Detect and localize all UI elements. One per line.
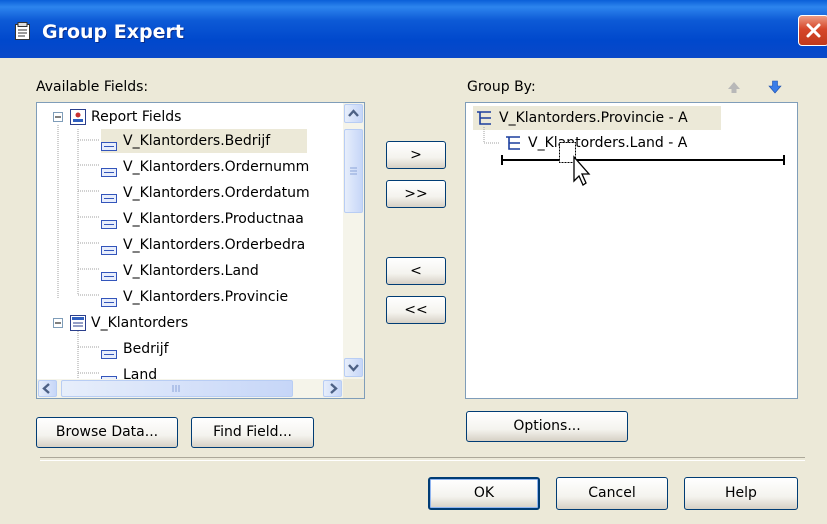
move-down-icon[interactable] [768, 80, 782, 98]
horizontal-scroll-thumb[interactable] [61, 380, 293, 397]
ok-button[interactable]: OK [428, 477, 540, 510]
tree-item-field[interactable]: Bedrijf [101, 337, 307, 361]
tree-item-table[interactable]: V_Klantorders [67, 311, 307, 335]
tree-item-field[interactable]: V_Klantorders.Productnaa [101, 207, 307, 231]
vertical-scrollbar[interactable] [343, 103, 364, 379]
chevron-right-icon [330, 383, 338, 394]
tree-item-label: V_Klantorders [91, 315, 189, 331]
dialog-icon [15, 22, 30, 40]
drag-cursor-icon [558, 141, 592, 191]
move-up-icon[interactable] [727, 80, 741, 98]
available-fields-tree[interactable]: Report Fields V_Klantorders.Bedrijf V_Kl… [36, 102, 365, 399]
tree-item-field[interactable]: V_Klantorders.Ordernumm [101, 155, 310, 179]
tree-item-field[interactable]: V_Klantorders.Bedrijf [101, 129, 307, 153]
chevron-up-icon [348, 109, 359, 117]
group-by-label: Group By: [467, 79, 536, 95]
close-icon [806, 23, 821, 38]
scroll-corner [343, 379, 364, 398]
chevron-left-icon [42, 383, 50, 394]
grip-icon [172, 385, 180, 392]
browse-data-button[interactable]: Browse Data... [36, 417, 178, 448]
remove-all-fields-button[interactable]: << [386, 296, 446, 324]
close-button[interactable] [798, 15, 827, 46]
tree-item-label: V_Klantorders.Orderdatum [123, 185, 310, 201]
group-by-list[interactable]: V_Klantorders.Provincie - A V_Klantorder… [465, 102, 798, 399]
window-title: Group Expert [42, 21, 184, 43]
grip-icon [350, 167, 357, 175]
scroll-left-button[interactable] [38, 380, 57, 397]
tree-item-label: V_Klantorders.Productnaa [123, 211, 304, 227]
add-all-fields-button[interactable]: >> [386, 180, 446, 208]
tree-item-label: V_Klantorders.Provincie [123, 289, 289, 305]
cancel-button[interactable]: Cancel [556, 477, 668, 510]
tree-item-field[interactable]: V_Klantorders.Land [101, 259, 307, 283]
scroll-down-button[interactable] [344, 358, 363, 377]
find-field-button[interactable]: Find Field... [191, 417, 314, 448]
remove-field-button[interactable]: < [386, 257, 446, 285]
scroll-right-button[interactable] [323, 380, 342, 397]
group-by-item[interactable]: V_Klantorders.Land - A [502, 131, 762, 155]
scroll-up-button[interactable] [344, 104, 363, 123]
tree-item-report-fields[interactable]: Report Fields [67, 105, 307, 129]
tree-item-label: Report Fields [91, 109, 182, 125]
group-by-item-label: V_Klantorders.Provincie - A [499, 110, 688, 126]
options-button[interactable]: Options... [466, 411, 628, 442]
horizontal-scrollbar[interactable] [37, 379, 343, 398]
tree-item-label: V_Klantorders.Land [123, 263, 259, 279]
table-icon [69, 314, 87, 340]
tree-item-field[interactable]: V_Klantorders.Orderdatum [101, 181, 310, 205]
tree-item-field[interactable]: V_Klantorders.Orderbedra [101, 233, 307, 257]
tree-item-label: V_Klantorders.Ordernumm [123, 159, 310, 175]
chevron-down-icon [348, 364, 359, 372]
tree-item-field[interactable]: V_Klantorders.Provincie [101, 285, 307, 309]
group-by-item-label: V_Klantorders.Land - A [528, 135, 688, 151]
add-field-button[interactable]: > [386, 141, 446, 169]
drop-indicator [501, 155, 785, 165]
help-button[interactable]: Help [684, 477, 798, 510]
title-bar[interactable]: Group Expert [0, 0, 827, 58]
tree-item-label: V_Klantorders.Bedrijf [123, 133, 271, 149]
separator [40, 457, 805, 461]
tree-item-label: Bedrijf [123, 341, 169, 357]
group-expert-dialog: Group Expert Available Fields: Report Fi… [0, 0, 827, 524]
report-fields-icon [69, 108, 87, 134]
scroll-thumb[interactable] [344, 129, 363, 213]
tree-item-label: V_Klantorders.Orderbedra [123, 237, 306, 253]
available-fields-label: Available Fields: [36, 79, 149, 95]
